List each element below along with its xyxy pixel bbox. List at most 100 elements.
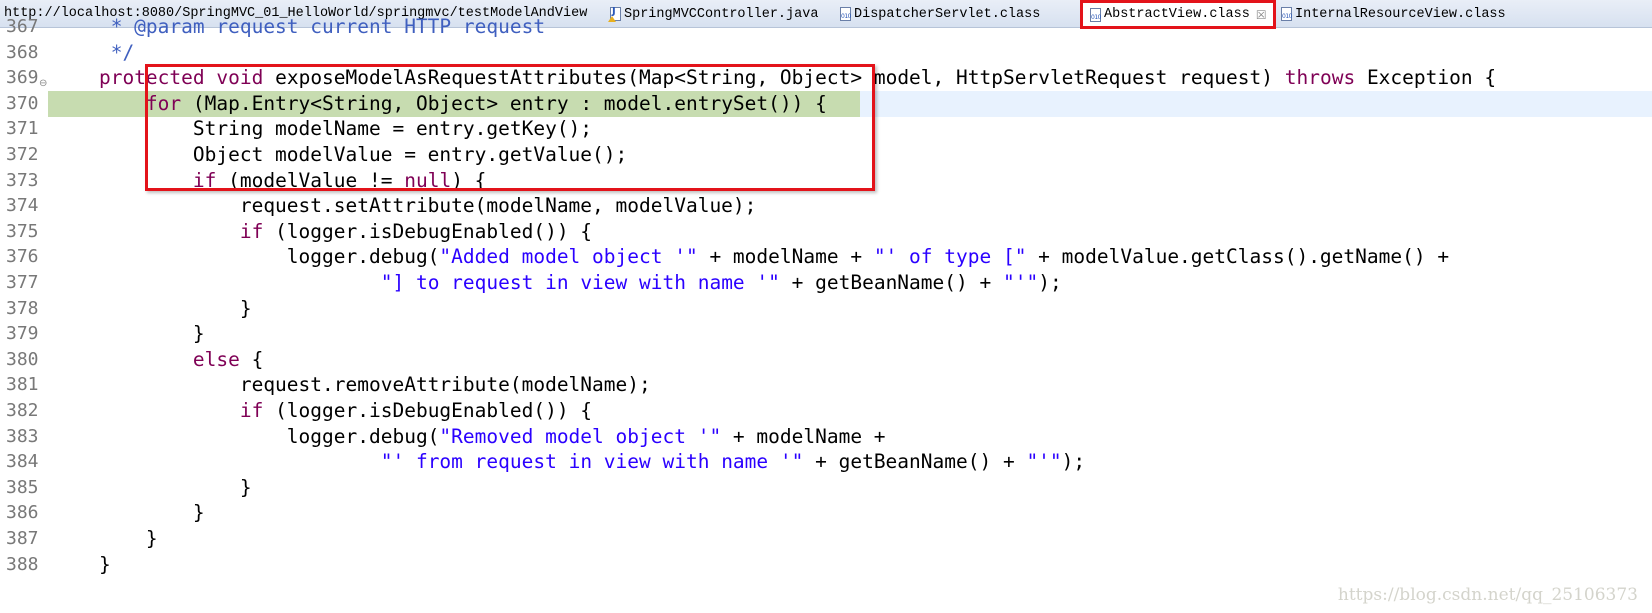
comment-token: */ — [52, 40, 135, 64]
string-token: "] to request in view with name '" — [380, 271, 780, 294]
comment-token: * @param request current HTTP request — [52, 15, 546, 38]
line-number: 377 — [6, 272, 39, 293]
line-number: 372 — [6, 144, 39, 165]
keyword-token: void — [216, 66, 264, 90]
code-text: if (logger.isDebugEnabled()) { — [52, 219, 592, 245]
code-text: String modelName = entry.getKey(); — [52, 116, 592, 142]
code-line[interactable]: 370 for (Map.Entry<String, Object> entry… — [0, 90, 1652, 117]
code-token: } — [52, 527, 158, 550]
line-number: 387 — [6, 528, 39, 549]
code-text: } — [52, 500, 205, 526]
code-text: request.setAttribute(modelName, modelVal… — [52, 193, 757, 219]
string-token: "Removed model object '" — [439, 424, 722, 448]
code-token: exposeModelAsRequestAttributes(Map<Strin… — [263, 66, 1285, 90]
string-token: "Added model object '" — [439, 245, 698, 269]
line-number: 375 — [6, 220, 39, 242]
code-line[interactable]: 367 * @param request current HTTP reques… — [0, 14, 1652, 40]
code-line[interactable]: 371 String modelName = entry.getKey(); — [0, 116, 1652, 142]
code-text: } — [52, 296, 252, 322]
code-text: logger.debug("Removed model object '" + … — [52, 424, 886, 450]
string-token: "' from request in view with name '" — [380, 450, 804, 474]
code-token: (logger.isDebugEnabled()) { — [263, 399, 593, 422]
line-number: 380 — [6, 348, 39, 370]
line-number: 382 — [6, 400, 39, 421]
line-number: 384 — [6, 451, 39, 473]
code-token: logger.debug( — [52, 245, 440, 269]
code-token: } — [52, 552, 111, 576]
code-line[interactable]: 381 request.removeAttribute(modelName); — [0, 372, 1652, 398]
code-text: if (modelValue != null) { — [52, 168, 487, 194]
code-line[interactable]: 387 } — [0, 526, 1652, 552]
code-line[interactable]: 385 } — [0, 475, 1652, 501]
code-text: "' from request in view with name '" + g… — [52, 449, 1085, 475]
code-token: } — [52, 475, 252, 499]
code-line[interactable]: 373 if (modelValue != null) { — [0, 168, 1652, 194]
keyword-token: if — [239, 219, 264, 243]
code-token: (modelValue != — [216, 168, 405, 192]
code-token: logger.debug( — [52, 424, 440, 448]
string-token: "'" — [1026, 450, 1062, 474]
code-line[interactable]: 375 if (logger.isDebugEnabled()) { — [0, 219, 1652, 245]
code-token: ); — [1061, 450, 1086, 474]
code-line[interactable]: 376 logger.debug("Added model object '" … — [0, 244, 1652, 270]
code-token: (logger.isDebugEnabled()) { — [263, 219, 593, 243]
code-token: + modelValue.getClass().getName() + — [1026, 245, 1450, 269]
line-number: 381 — [6, 374, 39, 396]
code-line[interactable]: 377 "] to request in view with name '" +… — [0, 270, 1652, 296]
code-line[interactable]: 382 if (logger.isDebugEnabled()) { — [0, 398, 1652, 424]
code-token: } — [52, 296, 252, 320]
code-token: + getBeanName() + — [779, 271, 1003, 294]
code-text: if (logger.isDebugEnabled()) { — [52, 398, 592, 424]
code-line[interactable]: 388 } — [0, 552, 1652, 578]
code-text: * @param request current HTTP request — [52, 14, 545, 40]
string-token: "'" — [1002, 271, 1039, 294]
code-line[interactable]: 378 } — [0, 296, 1652, 322]
code-text: } — [52, 526, 158, 552]
code-line[interactable]: 379 } — [0, 321, 1652, 347]
keyword-token: if — [192, 168, 217, 192]
code-line[interactable]: 383 logger.debug("Removed model object '… — [0, 424, 1652, 450]
code-token: (Map.Entry<String, Object> entry : model… — [181, 91, 827, 115]
keyword-token: else — [192, 347, 240, 371]
code-line[interactable]: 386 } — [0, 500, 1652, 526]
keyword-token: null — [404, 168, 452, 192]
line-number: 379 — [6, 323, 39, 345]
code-text: } — [52, 475, 252, 501]
line-number: 368 — [6, 41, 39, 63]
code-line[interactable]: 368 */ — [0, 40, 1652, 66]
keyword-token: protected — [98, 66, 205, 90]
line-number: 373 — [6, 169, 39, 191]
line-number: 378 — [6, 297, 39, 319]
code-token: } — [52, 501, 205, 525]
code-token: + getBeanName() + — [803, 450, 1027, 474]
code-token: + modelName + — [697, 245, 874, 269]
code-token: Exception { — [1355, 66, 1497, 90]
code-line[interactable]: 374 request.setAttribute(modelName, mode… — [0, 193, 1652, 219]
code-line[interactable]: 380 else { — [0, 347, 1652, 373]
line-number: 383 — [6, 425, 39, 447]
code-line[interactable]: 369 ⊖ protected void exposeModelAsRequest… — [0, 65, 1652, 91]
code-text: for (Map.Entry<String, Object> entry : m… — [52, 91, 827, 117]
code-text: "] to request in view with name '" + get… — [52, 270, 1062, 296]
keyword-token: throws — [1284, 66, 1356, 90]
line-number: 374 — [6, 195, 39, 217]
code-text: */ — [52, 40, 135, 66]
line-number: 371 — [6, 118, 39, 140]
code-token: } — [52, 322, 205, 346]
line-number: 376 — [6, 246, 39, 268]
keyword-token: if — [239, 399, 264, 422]
code-token: Object modelValue = entry.getValue(); — [52, 143, 628, 166]
code-line[interactable]: 384 "' from request in view with name '"… — [0, 449, 1652, 475]
code-token: String modelName = entry.getKey(); — [52, 117, 593, 141]
code-editor[interactable]: 367 * @param request current HTTP reques… — [0, 15, 1652, 613]
string-token: "' of type [" — [873, 245, 1027, 269]
line-number: 386 — [6, 502, 39, 524]
code-line[interactable]: 372 Object modelValue = entry.getValue()… — [0, 142, 1652, 168]
line-number: 367 — [6, 16, 39, 37]
